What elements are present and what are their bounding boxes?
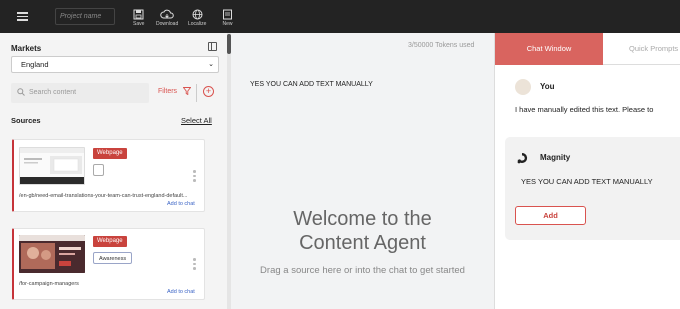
new-button[interactable]: New (222, 9, 233, 27)
search-input[interactable]: Search content (11, 83, 149, 103)
add-to-chat-link[interactable]: Add to chat (167, 201, 195, 207)
webpage-preview-image (20, 148, 84, 184)
project-name-input[interactable]: Project name (55, 8, 115, 25)
select-all-link[interactable]: Select All (181, 116, 212, 125)
tab-chat-window[interactable]: Chat Window (495, 33, 603, 65)
download-button[interactable]: Download (156, 9, 178, 27)
add-source-icon[interactable]: + (203, 86, 214, 97)
magnity-logo-icon (517, 152, 528, 164)
menu-icon[interactable] (17, 12, 28, 21)
tab-quick-prompts[interactable]: Quick Prompts (603, 33, 680, 65)
add-button[interactable]: Add (515, 206, 586, 225)
source-url: /en-gb/need-email-translations-your-team… (19, 193, 188, 199)
new-document-icon (223, 9, 232, 20)
bot-name: Magnity (540, 153, 571, 162)
source-url: /for-campaign-managers (19, 281, 79, 287)
tag-badge: Awareness (93, 252, 133, 264)
editor-text[interactable]: YES YOU CAN ADD TEXT MANUALLY (250, 81, 373, 88)
welcome-line-2: Content Agent (299, 232, 426, 254)
collapse-panel-icon[interactable] (208, 42, 217, 51)
toolbar-divider (196, 84, 197, 102)
chevron-down-icon: ⌄ (208, 61, 214, 68)
sources-label: Sources (11, 116, 41, 125)
welcome-heading: Welcome to the Content Agent (231, 207, 494, 255)
search-icon (17, 88, 25, 96)
avatar (515, 79, 531, 95)
save-label: Save (133, 21, 145, 27)
bot-message: YES YOU CAN ADD TEXT MANUALLY (521, 177, 653, 186)
more-options-icon[interactable] (193, 170, 196, 184)
source-thumbnail (19, 147, 85, 185)
download-label: Download (156, 21, 179, 27)
filters-button[interactable]: Filters (158, 88, 177, 95)
tag-badge (93, 164, 104, 176)
welcome-line-1: Welcome to the (293, 208, 432, 230)
user-name: You (540, 82, 555, 91)
user-message: I have manually edited this text. Please… (515, 105, 654, 114)
markets-label: Markets (11, 44, 42, 53)
add-to-chat-link[interactable]: Add to chat (167, 289, 195, 295)
market-select-value: England (21, 60, 49, 69)
globe-icon (192, 9, 203, 20)
cloud-download-icon (160, 9, 174, 19)
content-type-badge: Webpage (93, 236, 127, 247)
filter-icon[interactable] (183, 87, 191, 95)
market-select[interactable]: England ⌄ (11, 56, 219, 73)
more-options-icon[interactable] (193, 258, 196, 272)
token-counter: 3/50000 Tokens used (408, 42, 475, 49)
source-thumbnail (19, 235, 85, 273)
localize-label: Localize (188, 21, 207, 27)
search-placeholder: Search content (29, 89, 77, 96)
drag-hint: Drag a source here or into the chat to g… (260, 265, 465, 276)
webpage-preview-image (19, 235, 85, 273)
save-button[interactable]: Save (133, 9, 144, 27)
localize-button[interactable]: Localize (188, 9, 206, 27)
new-label: New (222, 21, 233, 27)
content-type-badge: Webpage (93, 148, 127, 159)
save-icon (133, 9, 144, 20)
